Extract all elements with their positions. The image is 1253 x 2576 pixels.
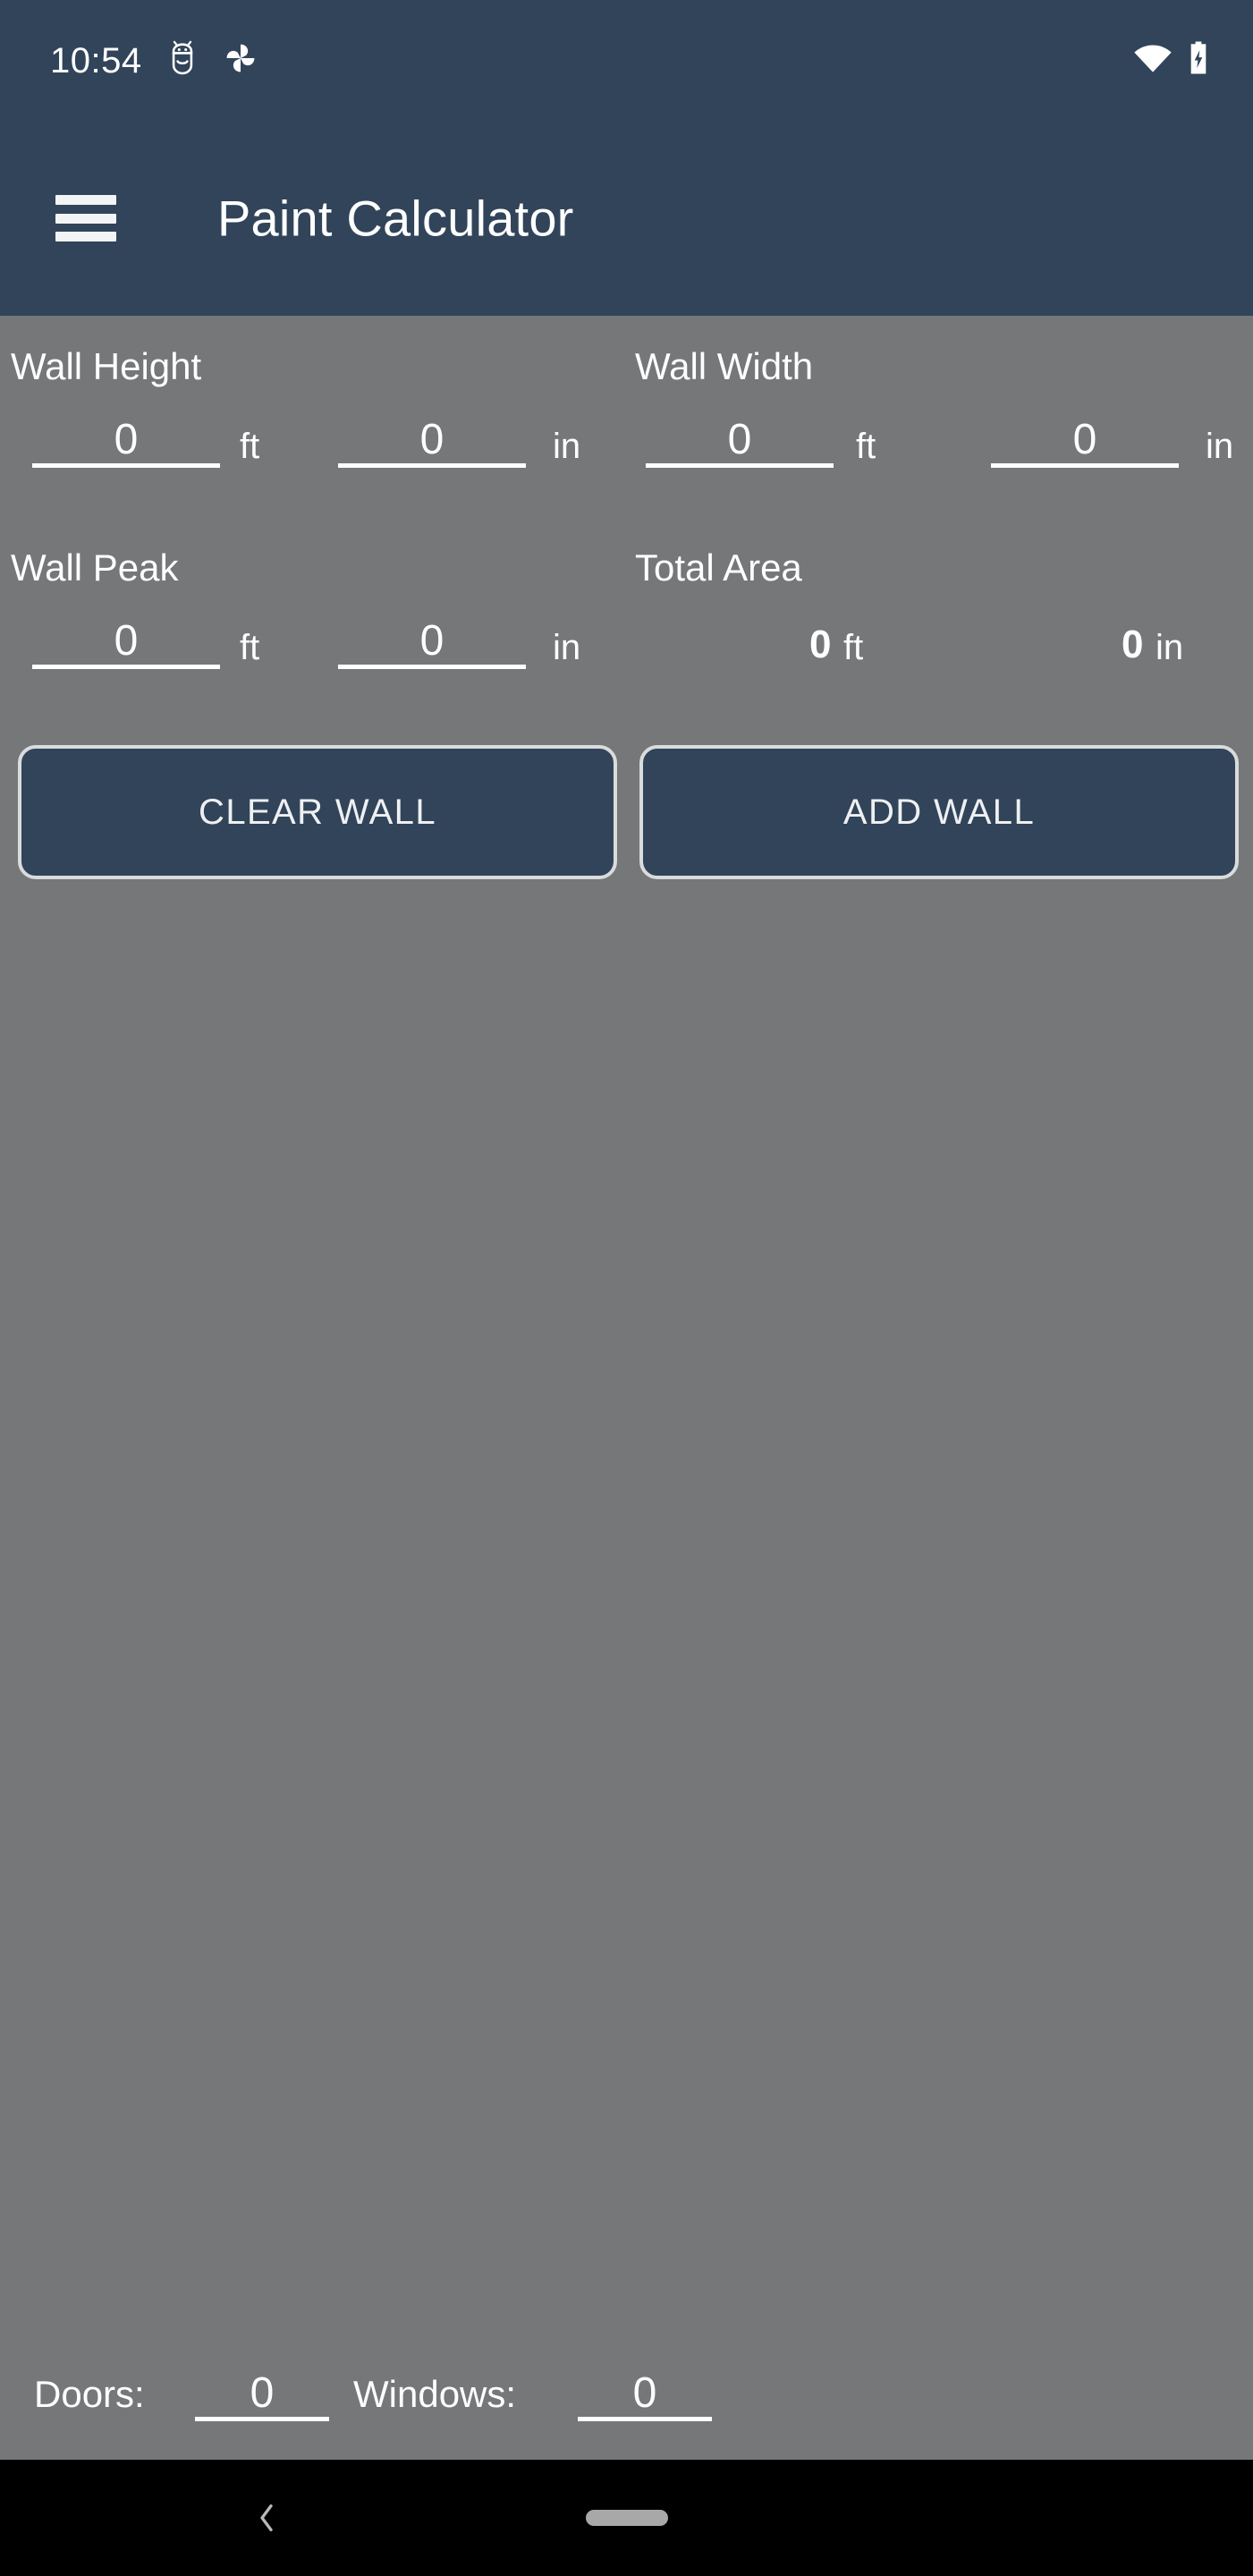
wall-peak-inches-unit: in bbox=[553, 628, 581, 667]
wall-width-feet-value: 0 bbox=[727, 416, 752, 463]
wall-peak-inches-input[interactable]: 0 bbox=[338, 610, 526, 669]
total-area-inches-unit: in bbox=[1156, 628, 1184, 667]
wall-height-inches-unit: in bbox=[553, 427, 581, 466]
wall-height-feet-unit: ft bbox=[240, 427, 260, 466]
wifi-icon bbox=[1133, 42, 1173, 79]
chevron-left-icon[interactable] bbox=[249, 2500, 284, 2536]
status-bar-clock: 10:54 bbox=[50, 40, 142, 80]
add-wall-button-label: ADD WALL bbox=[842, 792, 1036, 832]
wall-height-label: Wall Height bbox=[11, 345, 202, 387]
status-bar-right bbox=[1133, 0, 1210, 121]
wall-height-feet-input[interactable]: 0 bbox=[32, 409, 220, 468]
hamburger-bar-3 bbox=[55, 232, 116, 242]
doors-label: Doors: bbox=[34, 2373, 145, 2415]
page-title: Paint Calculator bbox=[217, 190, 574, 247]
wall-peak-feet-input[interactable]: 0 bbox=[32, 610, 220, 669]
total-area-label: Total Area bbox=[635, 547, 802, 589]
clear-wall-button-label: CLEAR WALL bbox=[199, 792, 436, 832]
wall-peak-feet-unit: ft bbox=[240, 628, 260, 667]
wall-peak-feet-value: 0 bbox=[114, 617, 139, 665]
windows-value: 0 bbox=[632, 2369, 657, 2417]
wall-width-inches-unit: in bbox=[1206, 427, 1234, 466]
wall-width-feet-input[interactable]: 0 bbox=[646, 409, 834, 468]
wall-peak-label: Wall Peak bbox=[11, 547, 179, 589]
phone-screen: 10:54 Paint Calculator Wall Height Wall … bbox=[0, 0, 1253, 2576]
hamburger-bar-1 bbox=[55, 195, 116, 205]
main-content: Wall Height Wall Width 0 ft 0 in 0 ft 0 … bbox=[0, 316, 1253, 2533]
app-bar: Paint Calculator bbox=[0, 121, 1253, 316]
total-area-inches-value: 0 bbox=[1122, 623, 1144, 666]
pinwheel-icon bbox=[223, 40, 258, 80]
add-wall-button[interactable]: ADD WALL bbox=[639, 745, 1239, 879]
hamburger-menu-icon[interactable] bbox=[55, 195, 116, 242]
system-navigation-bar bbox=[0, 2460, 1253, 2576]
total-area-feet-value: 0 bbox=[809, 623, 832, 666]
wall-width-feet-unit: ft bbox=[856, 427, 876, 466]
battery-charging-icon bbox=[1187, 40, 1210, 80]
hamburger-bar-2 bbox=[55, 213, 116, 224]
wall-height-inches-value: 0 bbox=[419, 416, 444, 463]
status-bar: 10:54 bbox=[0, 0, 1253, 121]
clear-wall-button[interactable]: CLEAR WALL bbox=[18, 745, 617, 879]
windows-label: Windows: bbox=[353, 2373, 517, 2415]
android-debug-icon bbox=[167, 40, 198, 80]
windows-input[interactable]: 0 bbox=[578, 2362, 712, 2421]
doors-input[interactable]: 0 bbox=[195, 2362, 329, 2421]
wall-height-inches-input[interactable]: 0 bbox=[338, 409, 526, 468]
status-bar-left: 10:54 bbox=[50, 0, 258, 121]
wall-width-inches-value: 0 bbox=[1072, 416, 1097, 463]
wall-height-feet-value: 0 bbox=[114, 416, 139, 463]
wall-width-label: Wall Width bbox=[635, 345, 814, 387]
total-area-feet-unit: ft bbox=[843, 628, 864, 667]
wall-peak-inches-value: 0 bbox=[419, 617, 444, 665]
wall-width-inches-input[interactable]: 0 bbox=[991, 409, 1179, 468]
doors-value: 0 bbox=[250, 2369, 275, 2417]
home-pill-icon[interactable] bbox=[585, 2510, 668, 2526]
